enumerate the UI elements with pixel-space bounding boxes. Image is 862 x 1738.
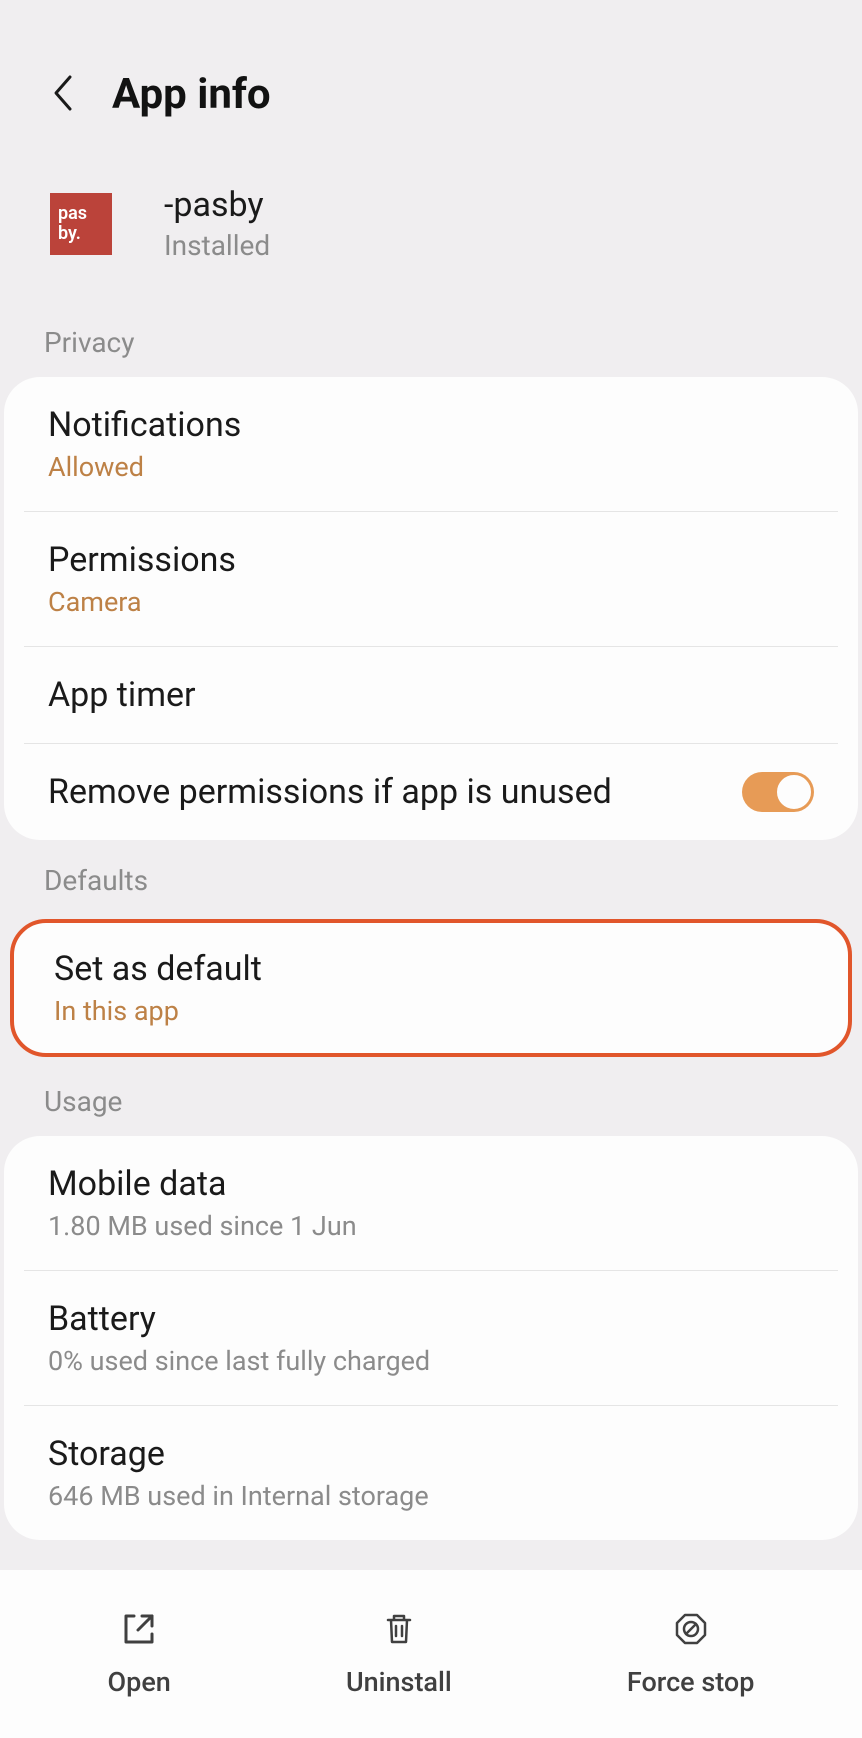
uninstall-button[interactable]: Uninstall	[316, 1600, 482, 1708]
permissions-title: Permissions	[48, 540, 814, 580]
battery-title: Battery	[48, 1299, 814, 1339]
force-stop-label: Force stop	[627, 1666, 755, 1698]
privacy-card: Notifications Allowed Permissions Camera…	[4, 377, 858, 840]
storage-title: Storage	[48, 1434, 814, 1474]
remove-permissions-item[interactable]: Remove permissions if app is unused	[4, 744, 858, 840]
app-icon-text-line1: pas	[58, 204, 87, 224]
set-as-default-item[interactable]: Set as default In this app	[10, 919, 852, 1057]
privacy-section-label: Privacy	[0, 302, 862, 377]
open-icon	[120, 1610, 158, 1652]
back-button[interactable]	[48, 73, 76, 117]
set-as-default-title: Set as default	[54, 949, 808, 989]
storage-item[interactable]: Storage 646 MB used in Internal storage	[4, 1406, 858, 1540]
app-name: -pasby	[164, 185, 270, 225]
mobile-data-subtitle: 1.80 MB used since 1 Jun	[48, 1210, 814, 1242]
notifications-item[interactable]: Notifications Allowed	[4, 377, 858, 511]
defaults-section-label: Defaults	[0, 840, 862, 915]
force-stop-button[interactable]: Force stop	[597, 1600, 785, 1708]
toggle-knob	[776, 774, 812, 810]
app-icon: pas by.	[50, 193, 112, 255]
chevron-left-icon	[48, 73, 76, 113]
bottom-nav: Open Uninstall Force stop	[0, 1570, 862, 1738]
usage-section-label: Usage	[0, 1061, 862, 1136]
usage-card: Mobile data 1.80 MB used since 1 Jun Bat…	[4, 1136, 858, 1540]
uninstall-label: Uninstall	[346, 1666, 452, 1698]
app-install-status: Installed	[164, 229, 270, 262]
permissions-subtitle: Camera	[48, 586, 814, 618]
notifications-title: Notifications	[48, 405, 814, 445]
remove-permissions-title: Remove permissions if app is unused	[48, 772, 742, 812]
app-info-block: -pasby Installed	[164, 185, 270, 262]
battery-subtitle: 0% used since last fully charged	[48, 1345, 814, 1377]
app-timer-item[interactable]: App timer	[4, 647, 858, 743]
set-as-default-subtitle: In this app	[54, 995, 808, 1027]
storage-subtitle: 646 MB used in Internal storage	[48, 1480, 814, 1512]
app-timer-title: App timer	[48, 675, 814, 715]
stop-icon	[672, 1610, 710, 1652]
app-info-header: App info	[0, 0, 862, 159]
notifications-subtitle: Allowed	[48, 451, 814, 483]
open-label: Open	[108, 1666, 171, 1698]
app-header-row: pas by. -pasby Installed	[0, 159, 862, 302]
open-button[interactable]: Open	[78, 1600, 201, 1708]
permissions-item[interactable]: Permissions Camera	[4, 512, 858, 646]
trash-icon	[380, 1610, 418, 1652]
page-title: App info	[112, 70, 271, 119]
remove-permissions-toggle[interactable]	[742, 772, 814, 812]
mobile-data-item[interactable]: Mobile data 1.80 MB used since 1 Jun	[4, 1136, 858, 1270]
mobile-data-title: Mobile data	[48, 1164, 814, 1204]
battery-item[interactable]: Battery 0% used since last fully charged	[4, 1271, 858, 1405]
app-icon-text-line2: by.	[58, 224, 81, 244]
